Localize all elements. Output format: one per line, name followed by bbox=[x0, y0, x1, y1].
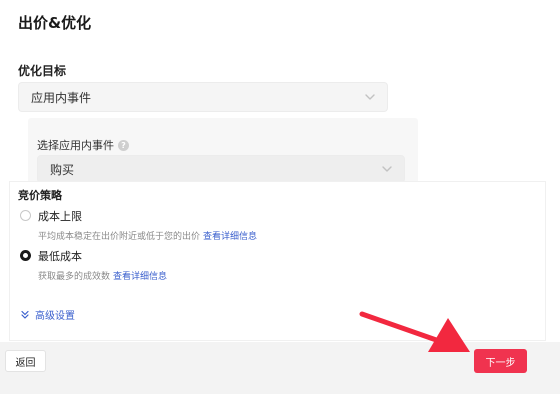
app-event-value: 购买 bbox=[50, 162, 75, 177]
app-event-label: 选择应用内事件 ? bbox=[37, 137, 129, 153]
optimization-goal-label: 优化目标 bbox=[18, 64, 67, 78]
chevron-down-icon bbox=[365, 94, 375, 100]
bid-strategy-title: 竞价策略 bbox=[18, 189, 62, 202]
option-lowest-cost-desc-text: 获取最多的成效数 bbox=[38, 272, 111, 282]
option-cost-cap-details-link[interactable]: 查看详细信息 bbox=[203, 232, 257, 242]
bid-strategy-card bbox=[10, 182, 545, 340]
option-lowest-cost-label[interactable]: 最低成本 bbox=[38, 248, 82, 264]
next-button[interactable]: 下一步 bbox=[474, 349, 527, 373]
radio-cost-cap[interactable] bbox=[20, 210, 31, 221]
page-title: 出价&优化 bbox=[18, 14, 92, 32]
app-event-select[interactable]: 购买 bbox=[37, 155, 405, 183]
back-button[interactable]: 返回 bbox=[5, 350, 46, 372]
option-cost-cap-label[interactable]: 成本上限 bbox=[38, 208, 82, 224]
advanced-settings-toggle[interactable]: 高级设置 bbox=[20, 307, 75, 322]
double-chevron-down-icon bbox=[21, 310, 29, 319]
option-lowest-cost-description: 获取最多的成效数 查看详细信息 bbox=[38, 269, 167, 282]
radio-lowest-cost[interactable] bbox=[20, 250, 31, 261]
option-cost-cap-description: 平均成本稳定在出价附近或低于您的出价 查看详细信息 bbox=[38, 229, 257, 242]
option-lowest-cost-details-link[interactable]: 查看详细信息 bbox=[113, 272, 167, 282]
advanced-settings-label: 高级设置 bbox=[35, 311, 75, 322]
chevron-down-icon bbox=[382, 166, 392, 172]
question-circle-icon[interactable]: ? bbox=[118, 139, 129, 151]
option-cost-cap-desc-text: 平均成本稳定在出价附近或低于您的出价 bbox=[38, 232, 201, 242]
optimization-goal-value: 应用内事件 bbox=[31, 90, 92, 105]
optimization-goal-select[interactable]: 应用内事件 bbox=[18, 82, 388, 112]
app-event-label-text: 选择应用内事件 bbox=[37, 139, 114, 152]
